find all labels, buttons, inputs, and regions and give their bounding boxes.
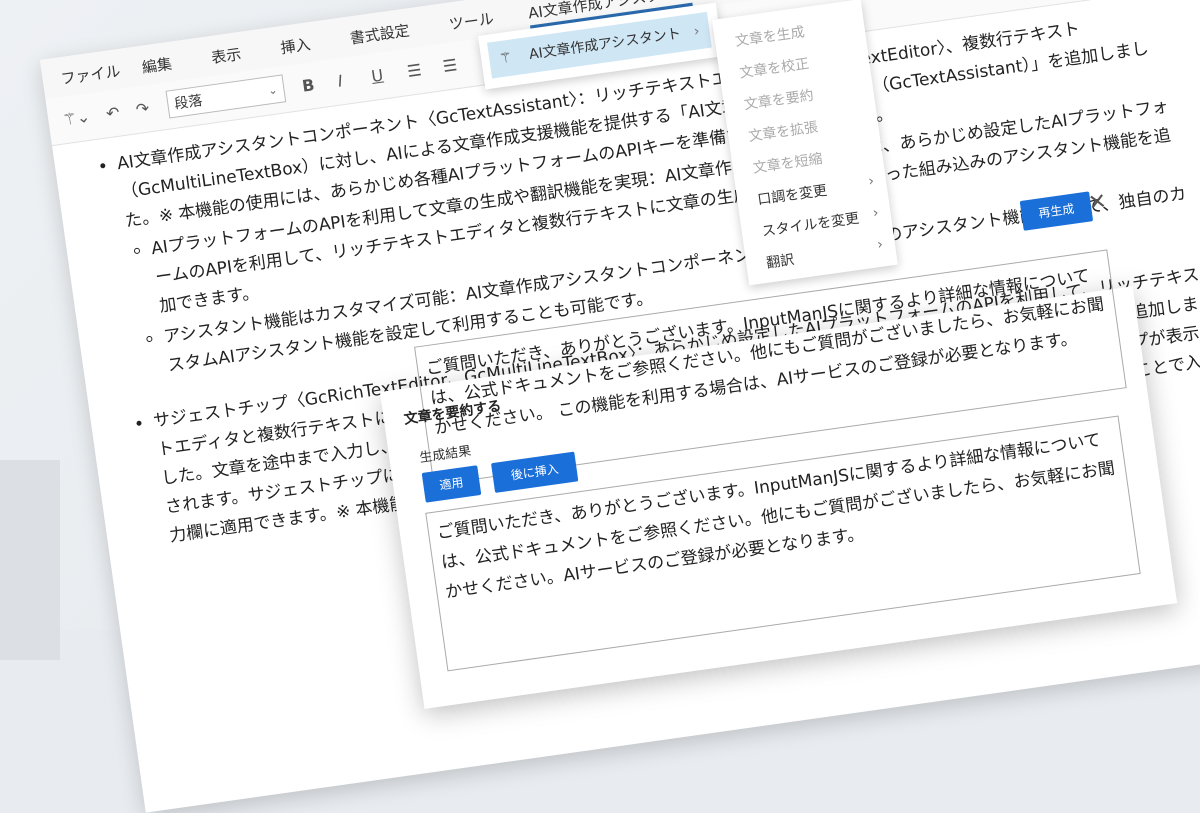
menu-format[interactable]: 書式設定 bbox=[349, 19, 411, 48]
menu-view[interactable]: 表示 bbox=[210, 43, 243, 68]
menu-tools[interactable]: ツール bbox=[448, 8, 496, 35]
italic-icon[interactable]: I bbox=[337, 71, 344, 90]
submenu-shorten[interactable]: 文章を短縮 bbox=[752, 148, 824, 178]
ai-wand-icon[interactable]: ⚚⌄ bbox=[61, 107, 91, 130]
submenu-change-style[interactable]: スタイルを変更 bbox=[760, 208, 860, 241]
chevron-down-icon: ⌄ bbox=[267, 83, 279, 98]
background-panel bbox=[0, 460, 60, 660]
submenu-generate[interactable]: 文章を生成 bbox=[734, 21, 806, 51]
submenu-change-tone[interactable]: 口調を変更 bbox=[756, 180, 828, 210]
align-center-icon[interactable]: ☰ bbox=[406, 60, 423, 81]
paragraph-select[interactable]: 段落 ⌄ bbox=[165, 74, 287, 119]
submenu-translate[interactable]: 翻訳 bbox=[765, 249, 796, 273]
redo-icon[interactable]: ↷ bbox=[135, 98, 151, 119]
align-justify-icon[interactable]: ☰ bbox=[442, 55, 459, 76]
submenu-expand[interactable]: 文章を拡張 bbox=[747, 116, 820, 146]
apply-button[interactable]: 適用 bbox=[421, 465, 482, 503]
chevron-right-icon: › bbox=[876, 236, 885, 254]
submenu-proofread[interactable]: 文章を校正 bbox=[738, 53, 811, 83]
menu-edit[interactable]: 編集 bbox=[141, 53, 174, 78]
bold-icon[interactable]: B bbox=[301, 75, 316, 96]
menu-file[interactable]: ファイル bbox=[59, 60, 122, 89]
chevron-right-icon: › bbox=[867, 173, 876, 190]
ai-wand-icon: ⚚ bbox=[498, 49, 513, 68]
menu-insert[interactable]: 挿入 bbox=[279, 33, 312, 58]
chevron-right-icon: › bbox=[871, 204, 880, 222]
underline-icon[interactable]: U bbox=[370, 65, 384, 85]
paragraph-select-value: 段落 bbox=[173, 92, 204, 113]
chevron-right-icon: › bbox=[692, 23, 701, 40]
submenu-summarize[interactable]: 文章を要約 bbox=[743, 85, 815, 115]
undo-icon[interactable]: ↶ bbox=[105, 103, 121, 124]
